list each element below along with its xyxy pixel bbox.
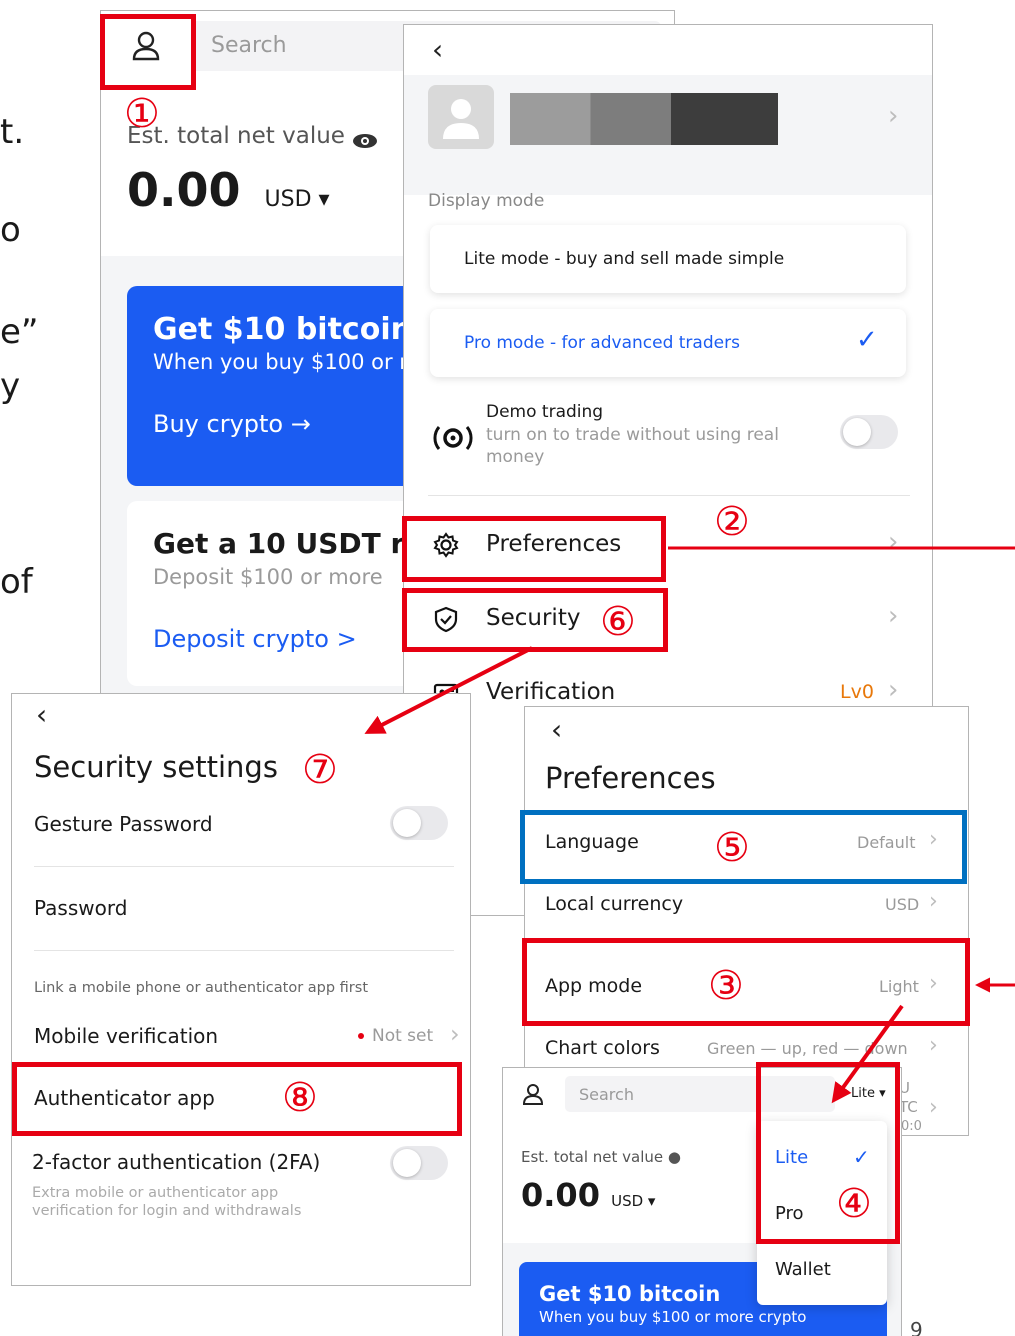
annotation-arrows: [364, 546, 1015, 1104]
arrow-security-to-settings: [364, 646, 533, 734]
arrow-app-mode-to-dropdown: [831, 1004, 904, 1104]
